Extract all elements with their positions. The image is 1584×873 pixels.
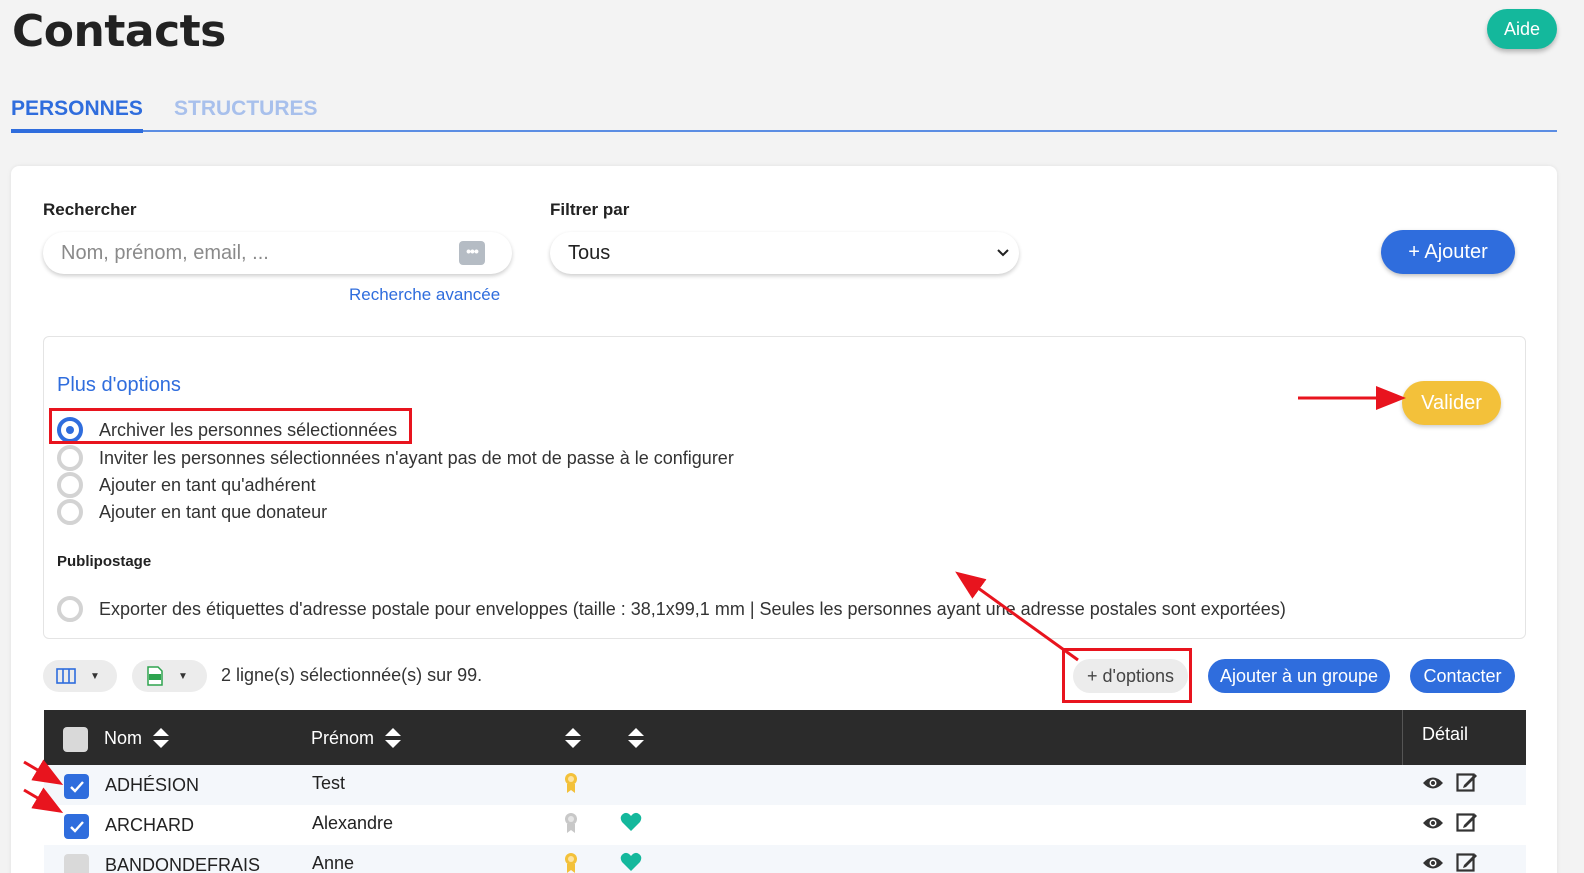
check-icon [69, 780, 84, 793]
page-title: Contacts [12, 6, 226, 57]
row-checkbox[interactable] [64, 774, 89, 799]
columns-menu-button[interactable]: ▼ [43, 660, 117, 692]
add-contact-button[interactable]: + Ajouter [1381, 230, 1515, 274]
radio-button[interactable] [57, 445, 83, 471]
search-input[interactable] [61, 232, 451, 274]
check-icon [69, 820, 84, 833]
eye-icon[interactable] [1422, 855, 1444, 871]
more-options-panel: Plus d'options Archiver les personnes sé… [43, 336, 1526, 639]
contacts-table: Nom Prénom Détail ADHÉSION Test ARCHARD … [44, 710, 1526, 873]
publipostage-label: Publipostage [57, 553, 152, 570]
filter-selected-value: Tous [568, 242, 611, 264]
contact-button[interactable]: Contacter [1410, 659, 1515, 693]
cell-nom: ARCHARD [105, 815, 195, 835]
radio-label: Ajouter en tant qu'adhérent [99, 474, 316, 495]
edit-icon[interactable] [1456, 811, 1478, 833]
table-header: Nom Prénom Détail [44, 710, 1526, 765]
medal-icon [565, 813, 577, 833]
edit-icon[interactable] [1456, 851, 1478, 873]
cell-prenom: Test [312, 773, 346, 793]
tab-personnes[interactable]: PERSONNES [11, 97, 143, 133]
cell-nom: BANDONDEFRAIS [105, 855, 261, 873]
annotation-highlight-more-options [1062, 648, 1192, 703]
radio-label: Exporter des étiquettes d'adresse postal… [99, 598, 1286, 619]
export-menu-button[interactable]: ▼ [132, 660, 207, 692]
select-all-checkbox[interactable] [63, 727, 88, 752]
radio-button[interactable] [57, 499, 83, 525]
table-row: BANDONDEFRAIS Anne [44, 845, 1526, 873]
radio-export-labels[interactable]: Exporter des étiquettes d'adresse postal… [57, 596, 1286, 622]
annotation-highlight-archive [49, 408, 412, 444]
chevron-down-icon [997, 249, 1009, 257]
caret-down-icon: ▼ [178, 670, 188, 682]
validate-button[interactable]: Valider [1402, 381, 1501, 425]
cell-nom: ADHÉSION [105, 775, 200, 795]
selection-count: 2 ligne(s) sélectionnée(s) sur 99. [221, 665, 483, 685]
sort-icon[interactable] [627, 727, 645, 749]
radio-label: Inviter les personnes sélectionnées n'ay… [99, 447, 734, 468]
sort-icon[interactable] [152, 727, 170, 749]
more-dots-icon[interactable]: ••• [459, 241, 485, 265]
row-checkbox[interactable] [64, 854, 89, 873]
eye-icon[interactable] [1422, 815, 1444, 831]
radio-add-donor[interactable]: Ajouter en tant que donateur [57, 499, 327, 525]
excel-file-icon [147, 666, 163, 686]
sort-icon[interactable] [564, 727, 582, 749]
table-row: ADHÉSION Test [44, 765, 1526, 805]
caret-down-icon: ▼ [90, 670, 100, 682]
tab-bar: PERSONNES STRUCTURES [11, 88, 1557, 133]
column-prenom-label: Prénom [311, 727, 375, 748]
column-prenom[interactable]: Prénom [311, 727, 402, 749]
radio-button[interactable] [57, 472, 83, 498]
edit-icon[interactable] [1456, 771, 1478, 793]
cell-prenom: Alexandre [312, 813, 394, 833]
heart-icon [620, 852, 642, 871]
filter-select[interactable]: Tous [550, 232, 1019, 274]
medal-icon [565, 773, 577, 793]
column-separator [1402, 710, 1403, 765]
filter-label: Filtrer par [550, 200, 630, 219]
column-detail: Détail [1422, 724, 1469, 744]
help-button[interactable]: Aide [1487, 9, 1557, 49]
columns-icon [56, 668, 76, 684]
search-label: Rechercher [43, 200, 137, 219]
column-membership[interactable] [554, 727, 582, 749]
heart-icon [620, 812, 642, 831]
cell-prenom: Anne [312, 853, 355, 873]
search-box: ••• [43, 232, 512, 274]
advanced-search-link[interactable]: Recherche avancée [349, 285, 500, 305]
column-donor[interactable] [617, 727, 645, 749]
options-title: Plus d'options [57, 374, 181, 396]
column-nom-label: Nom [104, 727, 143, 748]
add-to-group-button[interactable]: Ajouter à un groupe [1208, 659, 1390, 693]
contacts-card: Rechercher ••• Recherche avancée Filtrer… [11, 166, 1557, 873]
radio-add-member[interactable]: Ajouter en tant qu'adhérent [57, 472, 316, 498]
sort-icon[interactable] [384, 727, 402, 749]
row-checkbox[interactable] [64, 814, 89, 839]
tab-structures[interactable]: STRUCTURES [174, 97, 318, 121]
radio-button[interactable] [57, 596, 83, 622]
radio-invite[interactable]: Inviter les personnes sélectionnées n'ay… [57, 445, 734, 471]
medal-icon [565, 853, 577, 873]
eye-icon[interactable] [1422, 775, 1444, 791]
table-row: ARCHARD Alexandre [44, 805, 1526, 845]
column-nom[interactable]: Nom [104, 727, 170, 749]
radio-label: Ajouter en tant que donateur [99, 501, 328, 522]
